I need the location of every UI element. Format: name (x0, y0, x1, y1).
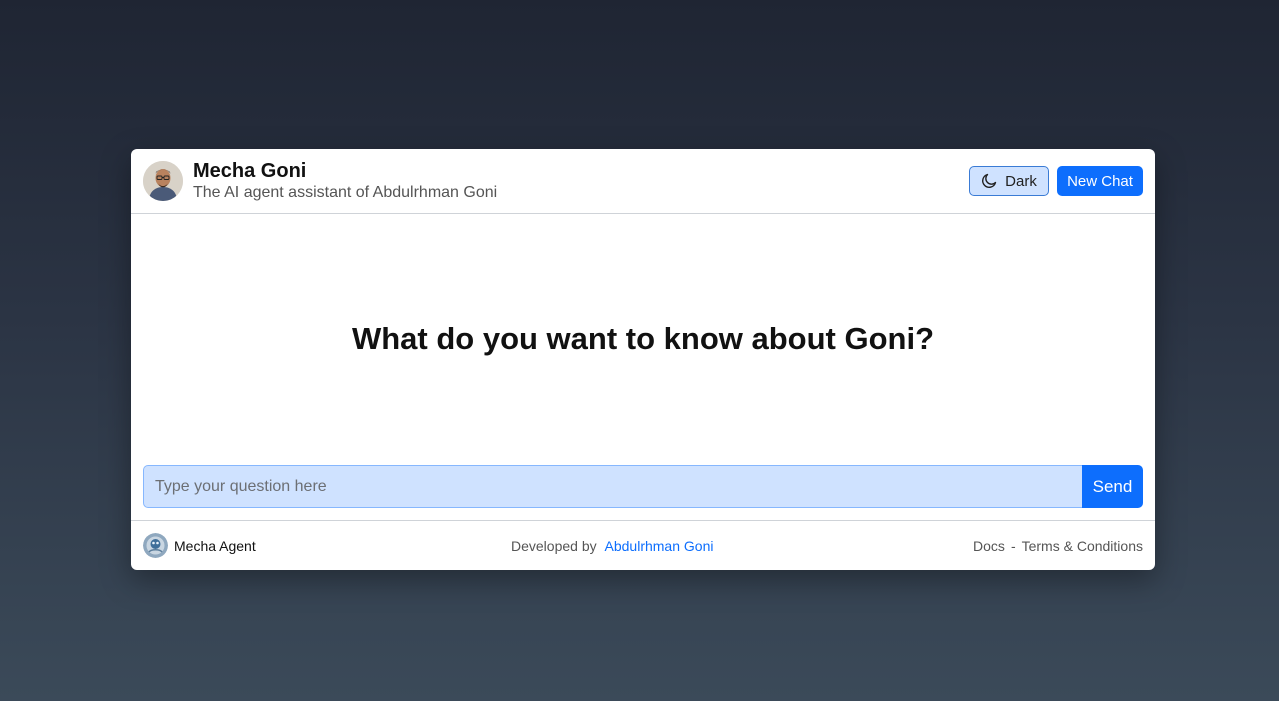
new-chat-button[interactable]: New Chat (1057, 166, 1143, 196)
chat-footer: Mecha Agent Developed by Abdulrhman Goni… (131, 520, 1155, 570)
question-input[interactable] (143, 465, 1082, 508)
developed-by-label: Developed by (511, 538, 597, 554)
dark-mode-button[interactable]: Dark (969, 166, 1049, 196)
chat-card: Mecha Goni The AI agent assistant of Abd… (131, 149, 1155, 570)
app-title: Mecha Goni (193, 160, 307, 182)
footer-links: Docs - Terms & Conditions (973, 538, 1143, 554)
avatar (143, 161, 183, 201)
agent-logo-icon (143, 533, 168, 558)
developer-credit: Developed by Abdulrhman Goni (511, 538, 713, 554)
developer-link[interactable]: Abdulrhman Goni (605, 538, 714, 554)
link-separator: - (1010, 538, 1016, 554)
send-button[interactable]: Send (1082, 465, 1143, 508)
agent-name: Mecha Agent (174, 538, 256, 554)
docs-link[interactable]: Docs (973, 538, 1005, 554)
chat-header: Mecha Goni The AI agent assistant of Abd… (131, 149, 1155, 214)
composer: Send (143, 465, 1143, 508)
moon-icon (981, 173, 997, 189)
dark-mode-label: Dark (1005, 172, 1037, 190)
welcome-prompt: What do you want to know about Goni? (351, 321, 935, 356)
app-subtitle: The AI agent assistant of Abdulrhman Gon… (193, 184, 498, 201)
terms-link[interactable]: Terms & Conditions (1022, 538, 1143, 554)
